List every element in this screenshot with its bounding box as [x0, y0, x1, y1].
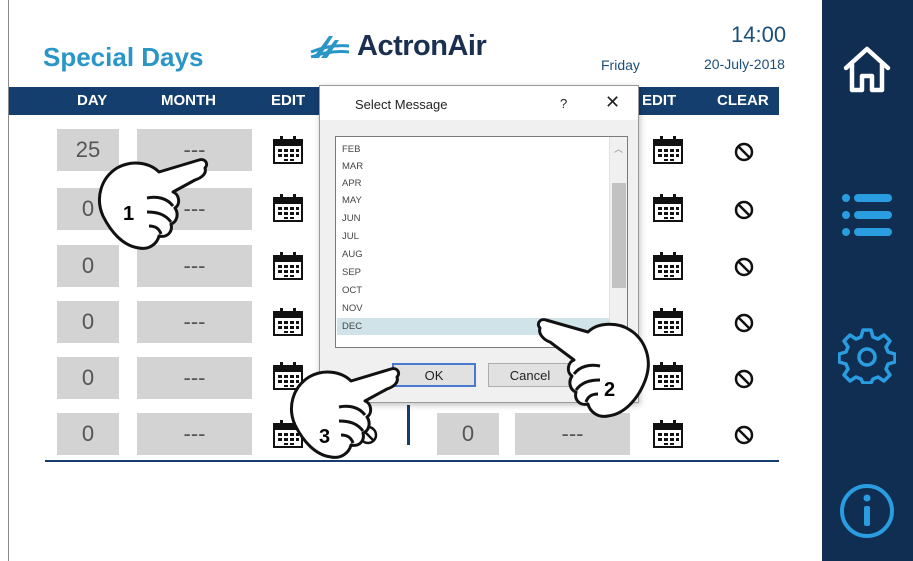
- list-item[interactable]: AUG: [341, 246, 606, 263]
- day-field-6[interactable]: 0: [57, 413, 119, 455]
- col-month: MONTH: [161, 92, 216, 109]
- list-item[interactable]: JUN: [341, 210, 606, 227]
- list-item[interactable]: MAR: [341, 158, 606, 175]
- sidebar: [822, 0, 913, 561]
- actronair-logo: ActronAir: [309, 30, 487, 63]
- clear-icon[interactable]: [733, 256, 755, 278]
- calendar-icon[interactable]: [273, 308, 303, 336]
- calendar-icon[interactable]: [653, 194, 683, 222]
- annotation-label: 3: [319, 426, 330, 448]
- clear-icon[interactable]: [733, 141, 755, 163]
- calendar-icon[interactable]: [653, 136, 683, 164]
- list-item[interactable]: MAY: [341, 192, 606, 209]
- calendar-icon[interactable]: [273, 194, 303, 222]
- list-item[interactable]: FEB: [341, 141, 606, 158]
- dialog-title: Select Message: [355, 97, 448, 112]
- calendar-icon[interactable]: [653, 252, 683, 280]
- list-item[interactable]: SEP: [341, 264, 606, 281]
- col-clear: CLEAR: [717, 92, 769, 109]
- clock-date: 20-July-2018: [704, 56, 785, 72]
- list-item[interactable]: APR: [341, 175, 606, 192]
- list-scrollbar[interactable]: ︿: [609, 137, 627, 347]
- close-button[interactable]: ✕: [605, 92, 620, 113]
- month-field-6[interactable]: ---: [137, 413, 252, 455]
- day-field-4[interactable]: 0: [57, 301, 119, 343]
- pointing-hand-icon: 1: [98, 158, 209, 250]
- col-edit-right: EDIT: [642, 92, 677, 109]
- weekday-label: Friday: [601, 57, 640, 73]
- page-title: Special Days: [43, 42, 204, 72]
- list-item[interactable]: OCT: [341, 282, 606, 299]
- dialog-titlebar: Select Message ? ✕: [320, 86, 638, 120]
- col-day: DAY: [77, 92, 108, 109]
- day-field-12[interactable]: 0: [437, 413, 499, 455]
- clear-icon[interactable]: [733, 312, 755, 334]
- list-item[interactable]: NOV: [341, 300, 606, 317]
- col-edit-left: EDIT: [271, 92, 306, 109]
- info-icon[interactable]: [838, 482, 896, 540]
- annotation-label: 2: [604, 379, 615, 401]
- special-days-screen: Special Days ActronAir Friday 14:00 20-J…: [8, 0, 813, 561]
- scroll-up-icon[interactable]: ︿: [614, 142, 623, 155]
- logo-text: ActronAir: [357, 30, 487, 62]
- clear-icon[interactable]: [733, 424, 755, 446]
- bottom-divider: [45, 460, 779, 462]
- home-icon[interactable]: [838, 40, 896, 98]
- scroll-thumb[interactable]: [612, 183, 626, 288]
- settings-icon[interactable]: [838, 326, 896, 384]
- pointing-hand-icon: 3: [290, 367, 401, 459]
- ok-button[interactable]: OK: [392, 363, 476, 387]
- pointing-hand-icon: 2: [536, 318, 650, 418]
- month-field-5[interactable]: ---: [137, 357, 252, 399]
- clock-time: 14:00: [731, 22, 787, 47]
- menu-icon[interactable]: [838, 186, 896, 244]
- month-field-4[interactable]: ---: [137, 301, 252, 343]
- clear-icon[interactable]: [733, 368, 755, 390]
- message-listbox[interactable]: FEB MAR APR MAY JUN JUL AUG SEP OCT NOV …: [335, 136, 628, 348]
- help-button[interactable]: ?: [560, 96, 567, 111]
- logo-mark-icon: [310, 35, 350, 58]
- column-divider: [407, 405, 410, 445]
- list-item[interactable]: JUL: [341, 228, 606, 245]
- day-field-5[interactable]: 0: [57, 357, 119, 399]
- clear-icon[interactable]: [733, 199, 755, 221]
- calendar-icon[interactable]: [273, 252, 303, 280]
- annotation-label: 1: [123, 203, 134, 225]
- calendar-icon[interactable]: [273, 136, 303, 164]
